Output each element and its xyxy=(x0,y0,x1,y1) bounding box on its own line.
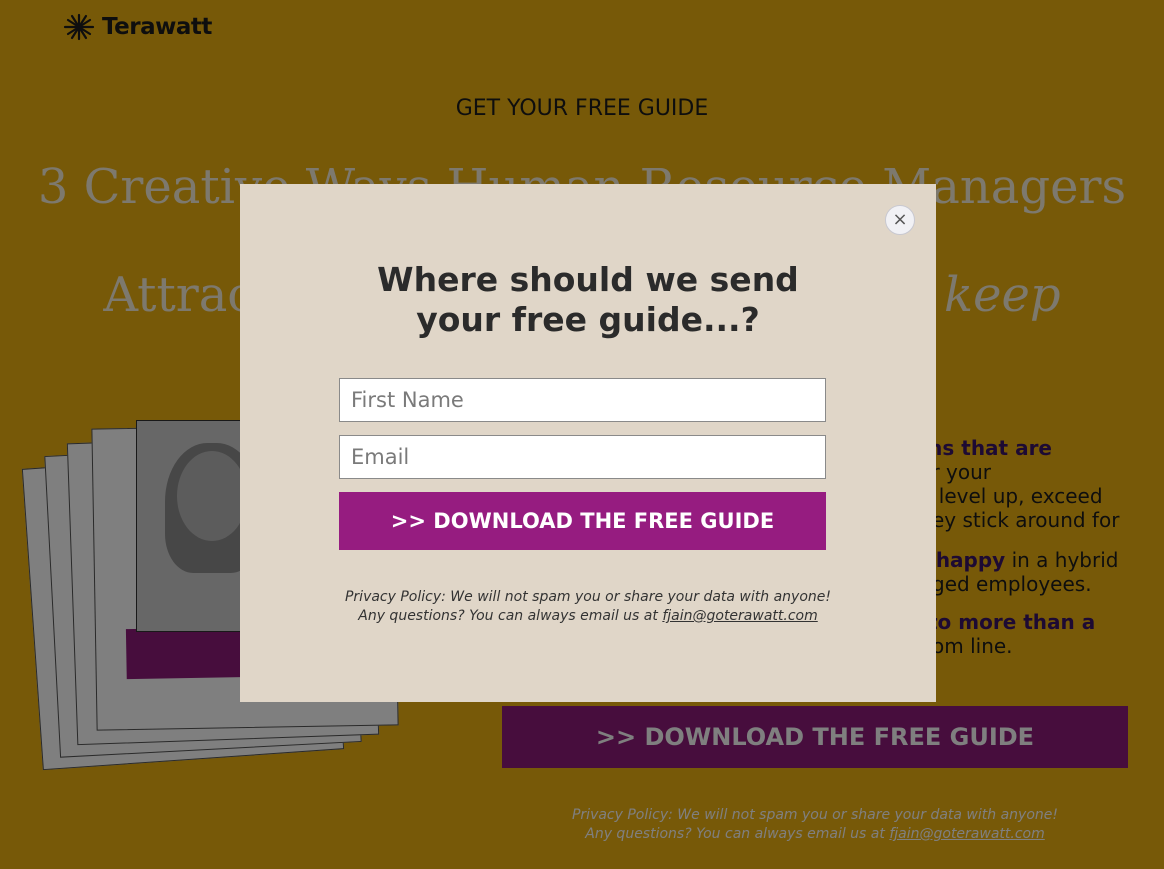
modal-privacy-note: Privacy Policy: We will not spam you or … xyxy=(344,589,831,624)
signup-modal: × Where should we send your free guide..… xyxy=(240,184,936,702)
modal-download-guide-button[interactable]: >> DOWNLOAD THE FREE GUIDE xyxy=(339,492,826,550)
close-icon[interactable]: × xyxy=(885,205,915,235)
email-field[interactable] xyxy=(339,435,826,479)
modal-contact-email-link[interactable]: fjain@goterawatt.com xyxy=(662,608,817,624)
modal-title: Where should we send your free guide...? xyxy=(377,260,799,339)
first-name-field[interactable] xyxy=(339,378,826,422)
